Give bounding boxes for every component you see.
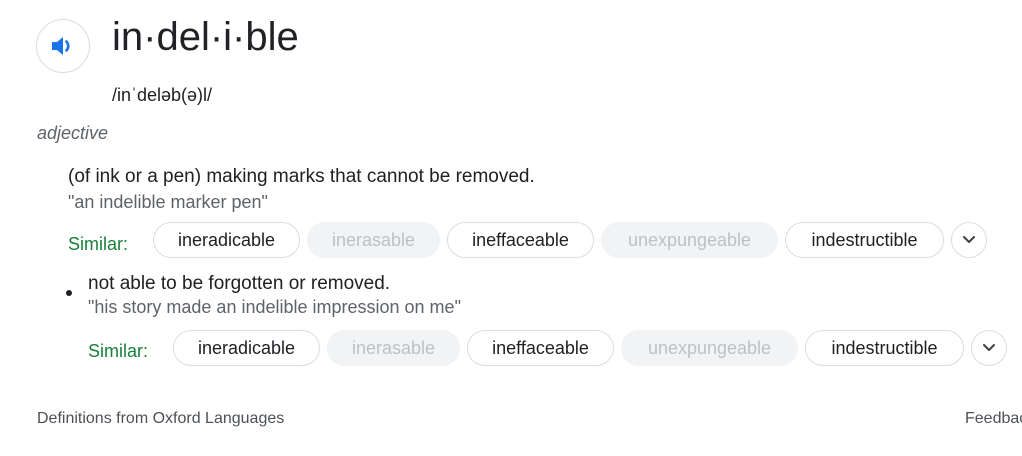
feedback-link[interactable]: Feedback — [965, 409, 1022, 429]
sense-bullet — [66, 290, 72, 296]
part-of-speech: adjective — [37, 123, 109, 143]
similar-label-1: Similar: — [68, 234, 129, 254]
chip-label: unexpungeable — [627, 229, 752, 250]
chevron-down-icon — [983, 344, 995, 351]
chip-label: unexpungeable — [647, 337, 772, 358]
similar-chip-unexpungeable: unexpungeable — [621, 330, 798, 366]
definition-1: (of ink or a pen) making marks that cann… — [68, 166, 535, 187]
chip-label: indestructible — [831, 337, 938, 358]
chip-label: ineradicable — [177, 229, 276, 250]
definition-2: not able to be forgotten or removed. — [88, 273, 391, 294]
chip-label: ineffaceable — [492, 337, 589, 358]
chip-label: inerasable — [351, 337, 436, 358]
speaker-volume-icon — [52, 37, 70, 55]
phonetic-transcription: /inˈdeləb(ə)l/ — [112, 85, 213, 105]
chip-label: ineffaceable — [472, 229, 569, 250]
expand-similar-button-1[interactable] — [951, 222, 987, 258]
similar-chip-inerasable: inerasable — [307, 222, 440, 258]
similar-chip-unexpungeable: unexpungeable — [601, 222, 778, 258]
similar-chip-indestructible[interactable]: indestructible — [785, 222, 944, 258]
chip-label: inerasable — [331, 229, 416, 250]
similar-label-2: Similar: — [88, 341, 149, 361]
similar-chip-ineradicable[interactable]: ineradicable — [173, 330, 320, 366]
pronunciation-button[interactable] — [36, 19, 90, 73]
similar-chip-indestructible[interactable]: indestructible — [805, 330, 964, 366]
similar-chip-ineradicable[interactable]: ineradicable — [153, 222, 300, 258]
example-1: "an indelible marker pen" — [68, 192, 268, 212]
chip-label: indestructible — [811, 229, 918, 250]
source-attribution[interactable]: Definitions from Oxford Languages — [37, 409, 284, 429]
chip-label: ineradicable — [197, 337, 296, 358]
headword: in·del·i·ble — [112, 15, 299, 59]
example-2: "his story made an indelible impression … — [88, 297, 461, 317]
chevron-down-icon — [963, 236, 975, 243]
similar-chip-inerasable: inerasable — [327, 330, 460, 366]
similar-chip-ineffaceable[interactable]: ineffaceable — [467, 330, 614, 366]
similar-chip-ineffaceable[interactable]: ineffaceable — [447, 222, 594, 258]
expand-similar-button-2[interactable] — [971, 330, 1007, 366]
